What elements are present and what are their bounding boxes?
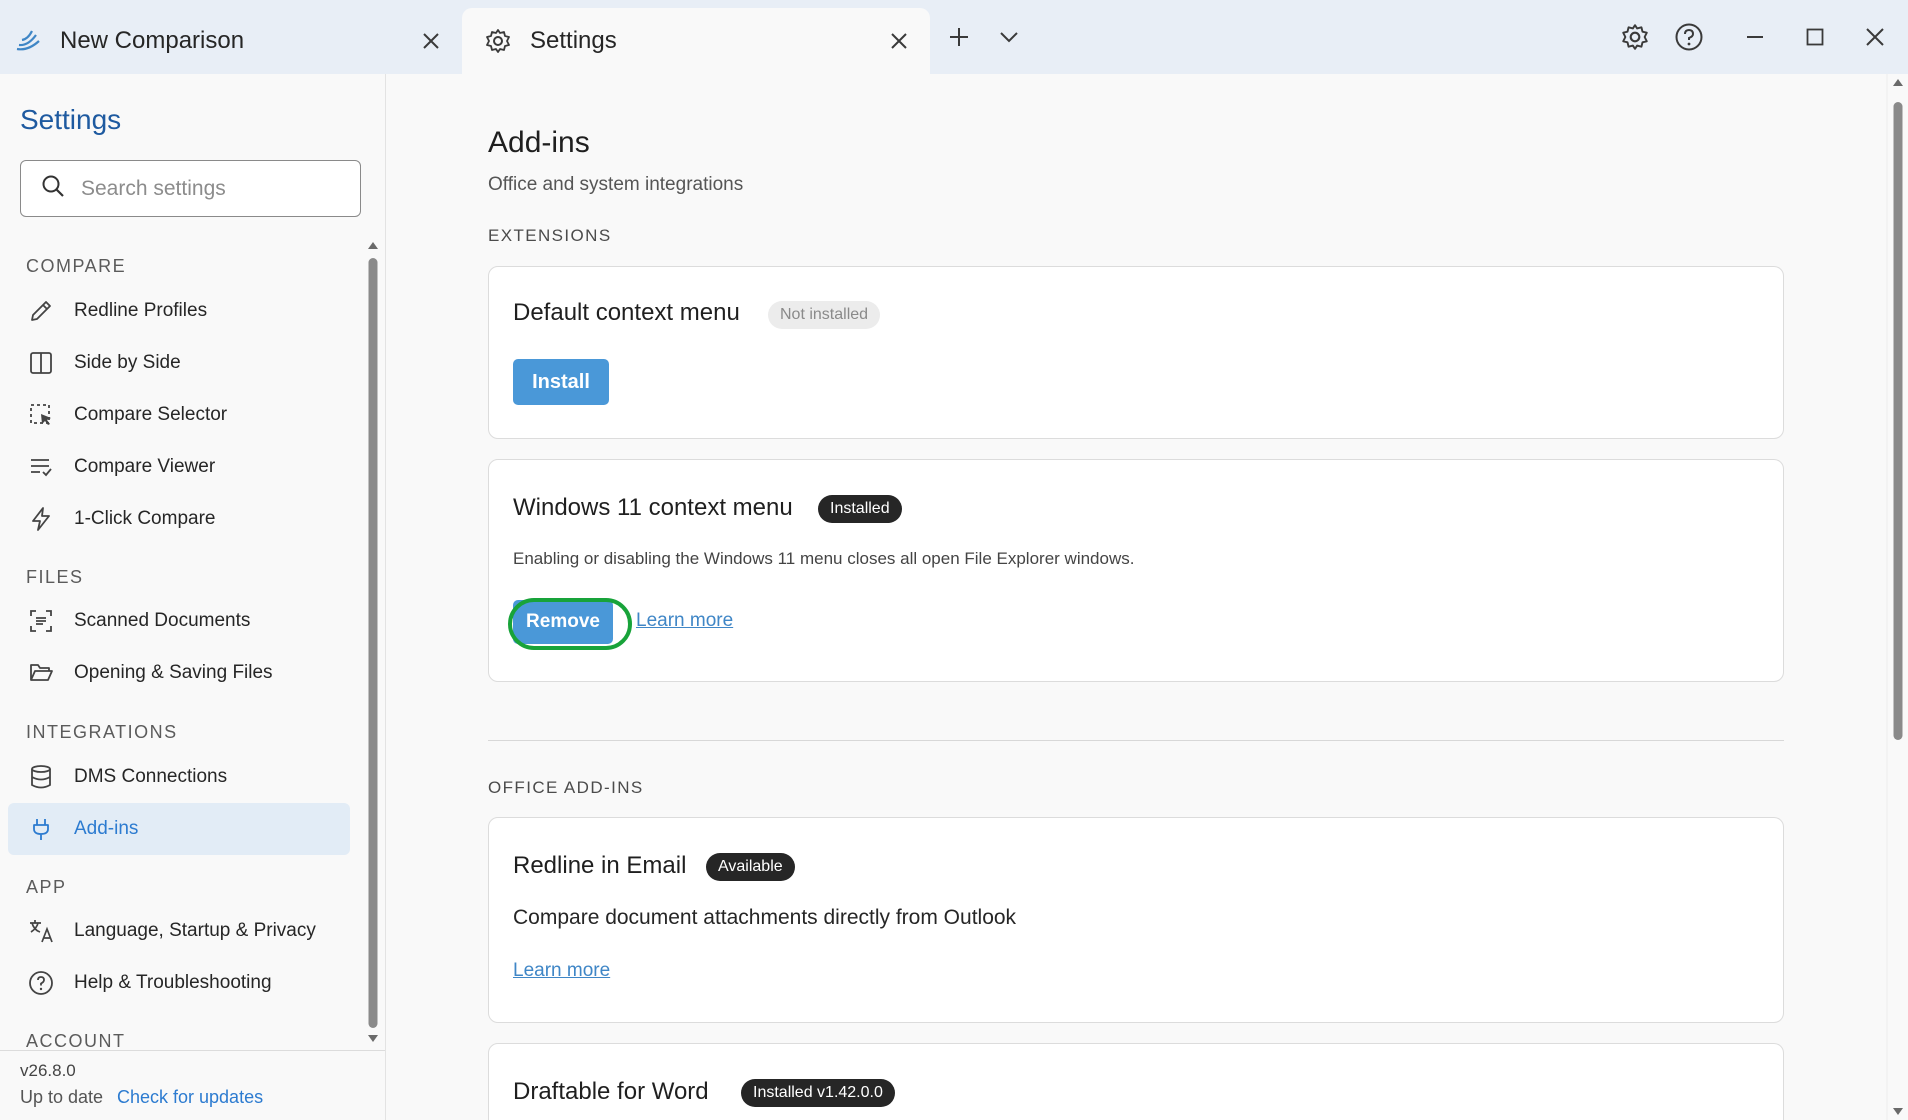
status-badge: Installed [818,495,902,523]
close-icon[interactable] [418,28,444,54]
settings-sidebar: Settings COMPARE Redline Profiles Side b… [0,74,386,1120]
search-input[interactable] [81,176,341,201]
sidebar-item-label: Scanned Documents [74,610,251,631]
maximize-icon[interactable] [1798,20,1832,54]
sidebar-item-one-click-compare[interactable]: 1-Click Compare [8,493,350,545]
sidebar-footer: v26.8.0 Up to date Check for updates [0,1050,385,1120]
section-files: FILES [26,567,84,587]
section-extensions: EXTENSIONS [488,226,612,245]
sidebar-item-label: Opening & Saving Files [74,662,273,683]
sidebar-item-label: Redline Profiles [74,300,208,321]
check-for-updates-link[interactable]: Check for updates [117,1087,263,1108]
tab-settings[interactable]: Settings [462,8,930,74]
search-icon [41,174,65,203]
tab-label: Settings [530,27,617,54]
sidebar-item-label: DMS Connections [74,766,228,787]
selection-cursor-icon [26,400,56,430]
sidebar-item-dms-connections[interactable]: DMS Connections [8,751,350,803]
card-windows11-context-menu: Windows 11 context menu Installed Enabli… [488,459,1784,682]
card-redline-in-email: Redline in Email Available Compare docum… [488,817,1784,1023]
status-badge: Available [706,853,795,881]
section-divider [488,740,1784,741]
card-title: Draftable for Word [513,1078,709,1105]
card-default-context-menu: Default context menu Not installed Insta… [488,266,1784,439]
card-draftable-for-word: Draftable for Word Installed v1.42.0.0 [488,1043,1784,1120]
gear-icon[interactable] [1618,20,1652,54]
sidebar-item-language[interactable]: Language, Startup & Privacy [8,905,350,957]
learn-more-link[interactable]: Learn more [513,960,610,982]
main-content: Add-ins Office and system integrations E… [386,74,1886,1120]
chevron-down-icon[interactable] [992,20,1026,54]
page-title: Add-ins [488,126,590,159]
section-app: APP [26,877,67,897]
highlight-ring [508,598,632,650]
database-icon [26,762,56,792]
status-badge: Not installed [768,301,881,329]
section-compare: COMPARE [26,256,127,276]
sidebar-item-compare-viewer[interactable]: Compare Viewer [8,441,350,493]
plus-icon[interactable] [942,20,976,54]
sidebar-item-label: Add-ins [74,818,139,839]
install-button[interactable]: Install [513,359,609,405]
sidebar-item-redline-profiles[interactable]: Redline Profiles [8,285,350,337]
version-label: v26.8.0 [20,1061,76,1080]
help-icon [26,968,56,998]
sidebar-scrollbar[interactable] [362,240,384,1044]
sidebar-item-help[interactable]: Help & Troubleshooting [8,957,350,1009]
columns-icon [26,348,56,378]
close-icon[interactable] [886,28,912,54]
title-bar: New Comparison Settings [0,0,1908,74]
pen-icon [26,296,56,326]
page-subtitle: Office and system integrations [488,174,744,195]
tab-label: New Comparison [60,27,245,54]
sidebar-item-label: 1-Click Compare [74,508,216,529]
gear-icon [484,27,512,55]
search-box[interactable] [20,160,361,217]
sidebar-item-label: Language, Startup & Privacy [74,920,316,941]
lightning-icon [26,504,56,534]
scan-icon [26,606,56,636]
app-logo-icon [14,27,42,55]
card-title: Default context menu [513,299,740,326]
sidebar-item-label: Compare Selector [74,404,228,425]
card-title: Windows 11 context menu [513,494,793,521]
update-status: Up to date [20,1087,104,1107]
sidebar-item-label: Side by Side [74,352,181,373]
help-icon[interactable] [1672,20,1706,54]
main-scrollbar[interactable] [1888,74,1908,1120]
translate-icon [26,916,56,946]
learn-more-link[interactable]: Learn more [636,610,733,632]
minimize-icon[interactable] [1738,20,1772,54]
list-check-icon [26,452,56,482]
sidebar-item-compare-selector[interactable]: Compare Selector [8,389,350,441]
tab-new-comparison[interactable]: New Comparison [10,8,462,74]
sidebar-item-scanned-documents[interactable]: Scanned Documents [8,595,350,647]
sidebar-item-label: Compare Viewer [74,456,216,477]
status-badge: Installed v1.42.0.0 [741,1079,895,1107]
folder-open-icon [26,658,56,688]
plug-icon [26,814,56,844]
card-description: Compare document attachments directly fr… [513,906,1017,929]
sidebar-item-label: Help & Troubleshooting [74,972,272,993]
card-description: Enabling or disabling the Windows 11 men… [513,549,1135,568]
section-office-add-ins: OFFICE ADD-INS [488,778,644,797]
close-window-icon[interactable] [1858,20,1892,54]
sidebar-item-side-by-side[interactable]: Side by Side [8,337,350,389]
sidebar-item-opening-saving[interactable]: Opening & Saving Files [8,647,350,699]
section-integrations: INTEGRATIONS [26,722,178,742]
card-title: Redline in Email [513,852,687,879]
section-account: ACCOUNT [26,1031,126,1051]
sidebar-title: Settings [20,104,122,135]
sidebar-item-add-ins[interactable]: Add-ins [8,803,350,855]
